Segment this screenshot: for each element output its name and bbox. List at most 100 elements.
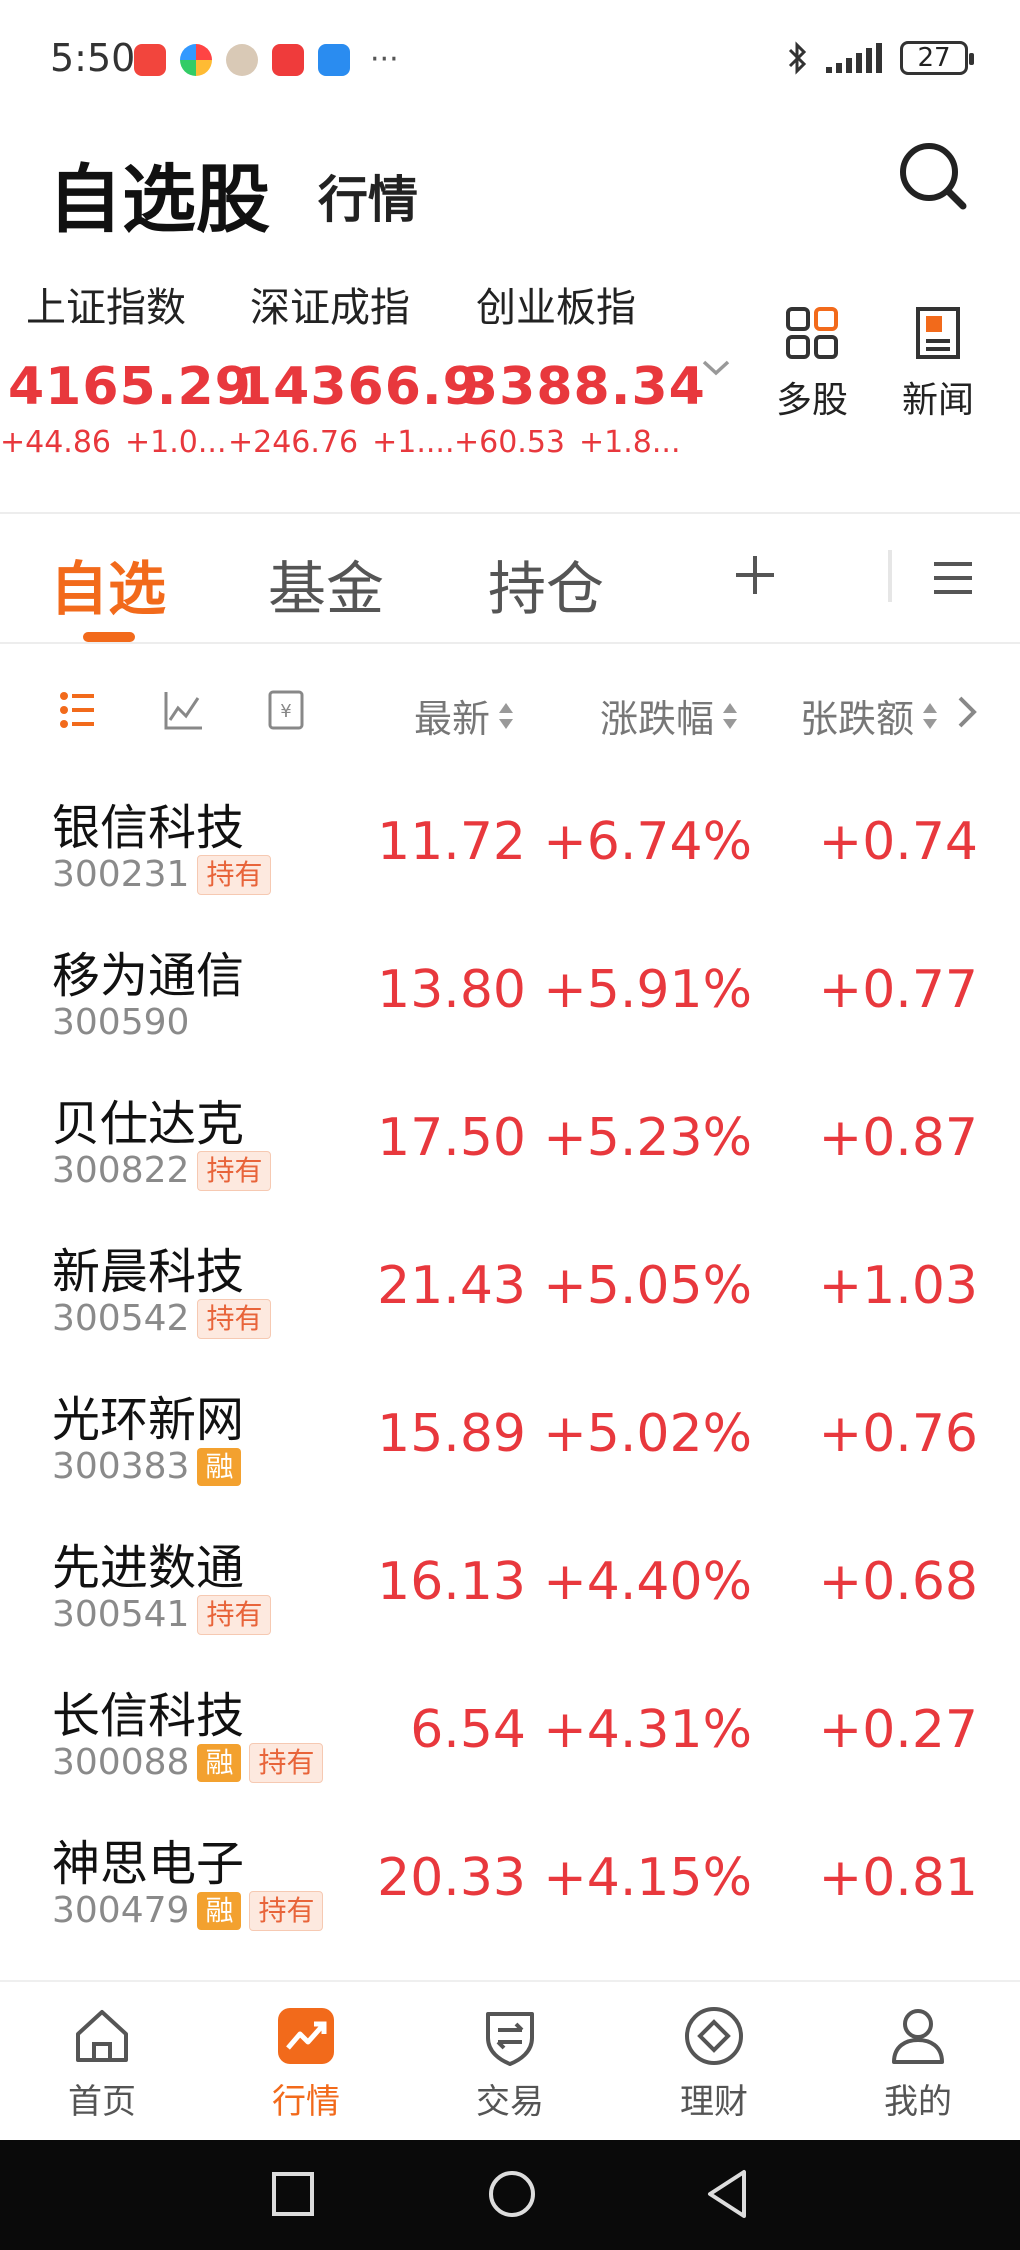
stock-code: 300479 <box>52 1890 190 1931</box>
stock-name: 先进数通 <box>52 1540 245 1596</box>
market-icon <box>278 2008 334 2064</box>
stock-code: 300383 <box>52 1446 190 1487</box>
page-title: 自选股 <box>48 157 270 243</box>
stock-price: 6.54 <box>410 1700 526 1760</box>
red-app-icon <box>272 44 304 76</box>
active-tab-indicator <box>83 632 135 642</box>
stock-price: 16.13 <box>377 1552 526 1612</box>
margin-badge: 融 <box>197 1891 242 1930</box>
margin-badge: 融 <box>197 1743 242 1782</box>
system-nav-bar <box>0 2140 1020 2250</box>
home-button-icon[interactable] <box>486 2168 538 2220</box>
stock-row[interactable]: 银信科技 300231 持有 11.72 +6.74% +0.74 <box>0 770 1020 918</box>
index-card-sz[interactable]: 深证成指 14366.9 +246.76 +1.... <box>228 275 480 460</box>
nav-home-label: 首页 <box>68 2082 136 2122</box>
chevron-right-icon[interactable] <box>955 694 979 730</box>
divider <box>0 642 1020 644</box>
stock-name: 贝仕达克 <box>52 1096 245 1152</box>
stock-row[interactable]: 先进数通 300541 持有 16.13 +4.40% +0.68 <box>0 1510 1020 1658</box>
stock-row[interactable]: 神思电子 300479 融持有 20.33 +4.15% +0.81 <box>0 1806 1020 1954</box>
stock-code-line: 300542 持有 <box>52 1298 272 1339</box>
stock-price: 11.72 <box>377 812 526 872</box>
search-icon[interactable] <box>895 138 971 214</box>
stock-change-amt: +0.77 <box>818 960 978 1020</box>
stock-row[interactable]: 贝仕达克 300822 持有 17.50 +5.23% +0.87 <box>0 1066 1020 1214</box>
index-change: +60.53 <box>454 425 566 460</box>
stock-name: 神思电子 <box>52 1836 245 1892</box>
multi-stock-label: 多股 <box>775 380 848 421</box>
stock-change-amt: +0.76 <box>818 1404 978 1464</box>
view-switcher: ¥ <box>58 688 370 732</box>
signal-icon <box>826 43 882 73</box>
news-button[interactable]: 新闻 <box>878 305 998 423</box>
recent-apps-icon[interactable] <box>270 2168 316 2220</box>
market-link[interactable]: 行情 <box>318 160 418 232</box>
nav-market[interactable]: 行情 <box>236 2004 376 2123</box>
stock-row[interactable]: 新晨科技 300542 持有 21.43 +5.05% +1.03 <box>0 1214 1020 1362</box>
nav-profile-label: 我的 <box>884 2082 952 2122</box>
stock-name: 银信科技 <box>52 800 245 856</box>
nav-market-label: 行情 <box>272 2082 340 2122</box>
stock-code: 300822 <box>52 1150 190 1191</box>
index-change: +246.76 <box>228 425 359 460</box>
stock-price: 17.50 <box>377 1108 526 1168</box>
nav-trade[interactable]: 交易 <box>440 2004 580 2123</box>
stock-price: 13.80 <box>377 960 526 1020</box>
stock-name: 长信科技 <box>52 1688 245 1744</box>
holding-badge: 持有 <box>197 1298 272 1339</box>
tab-positions[interactable]: 持仓 <box>488 542 604 626</box>
sort-icon <box>722 702 738 730</box>
nav-profile[interactable]: 我的 <box>848 2004 988 2123</box>
shopping-app-icon <box>134 44 166 76</box>
stock-code-line: 300088 融持有 <box>52 1742 324 1783</box>
sort-change-pct[interactable]: 涨跌幅 <box>600 688 738 743</box>
nav-trade-label: 交易 <box>476 2082 544 2122</box>
index-name: 上证指数 <box>26 285 186 331</box>
status-bar: 5:50 ··· 27 <box>0 0 1020 120</box>
battery-icon: 27 <box>900 41 974 75</box>
stock-change-amt: +0.68 <box>818 1552 978 1612</box>
grid-icon <box>786 307 838 359</box>
stock-code-line: 300541 持有 <box>52 1594 272 1635</box>
stock-price: 20.33 <box>377 1848 526 1908</box>
stock-change-pct: +5.02% <box>543 1404 752 1464</box>
stock-change-pct: +5.91% <box>543 960 752 1020</box>
colorful-app-icon <box>180 44 212 76</box>
chart-view-icon[interactable] <box>162 688 266 732</box>
sort-icon <box>922 702 938 730</box>
holding-badge: 持有 <box>249 1890 324 1931</box>
tab-watchlist[interactable]: 自选 <box>50 542 166 626</box>
avatar-app-icon <box>226 44 258 76</box>
change-amt-header-label: 张跌额 <box>800 697 915 741</box>
multi-stock-button[interactable]: 多股 <box>752 305 872 423</box>
back-icon[interactable] <box>704 2168 750 2220</box>
asset-view-icon[interactable]: ¥ <box>266 688 370 732</box>
index-card-cyb[interactable]: 创业板指 3388.34 +60.53 +1.8... <box>454 275 706 460</box>
sort-latest[interactable]: 最新 <box>414 688 514 743</box>
menu-icon[interactable] <box>930 558 976 598</box>
stock-code: 300590 <box>52 1002 190 1043</box>
index-card-sh[interactable]: 上证指数 4165.29 +44.86 +1.0... <box>0 275 252 460</box>
latest-header-label: 最新 <box>414 697 491 741</box>
stock-row[interactable]: 光环新网 300383 融 15.89 +5.02% +0.76 <box>0 1362 1020 1510</box>
index-name: 深证成指 <box>250 285 410 331</box>
stock-row[interactable]: 移为通信 300590 13.80 +5.91% +0.77 <box>0 918 1020 1066</box>
stock-code-line: 300479 融持有 <box>52 1890 324 1931</box>
stock-row[interactable]: 长信科技 300088 融持有 6.54 +4.31% +0.27 <box>0 1658 1020 1806</box>
nav-wealth[interactable]: 理财 <box>644 2004 784 2123</box>
tab-funds[interactable]: 基金 <box>268 542 384 626</box>
chevron-down-icon[interactable] <box>700 358 732 378</box>
svg-text:¥: ¥ <box>280 701 291 722</box>
list-view-icon[interactable] <box>58 688 162 732</box>
add-icon[interactable] <box>730 550 780 600</box>
stock-change-amt: +0.81 <box>818 1848 978 1908</box>
bottom-nav: 首页 行情 交易 理财 我的 <box>0 1980 1020 2140</box>
index-name: 创业板指 <box>476 285 636 331</box>
chat-app-icon <box>318 44 350 76</box>
more-notifications-icon: ··· <box>370 42 399 77</box>
index-change-pct: +1.... <box>372 425 455 460</box>
sort-change-amt[interactable]: 张跌额 <box>800 688 938 743</box>
bluetooth-icon <box>788 41 807 75</box>
nav-home[interactable]: 首页 <box>32 2004 172 2123</box>
status-time: 5:50 <box>50 36 136 80</box>
